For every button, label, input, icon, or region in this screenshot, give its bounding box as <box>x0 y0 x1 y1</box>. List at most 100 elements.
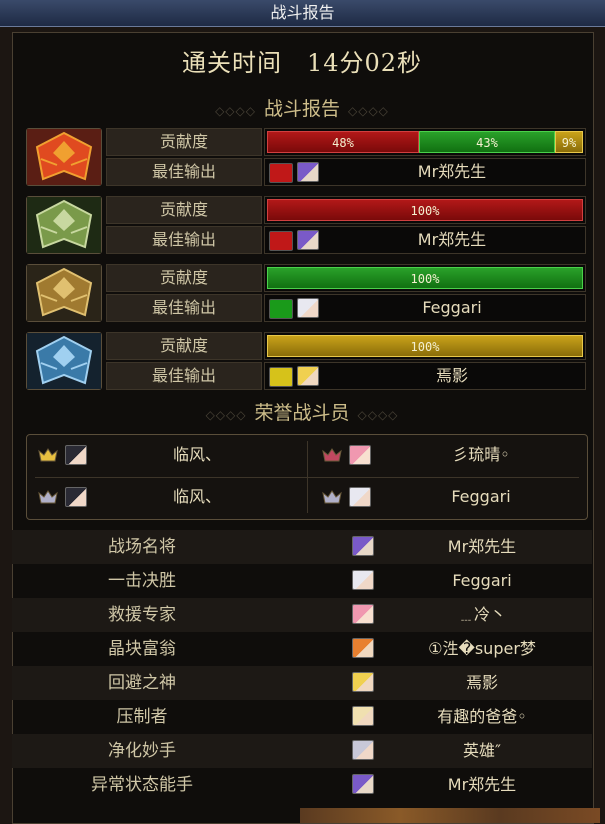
honor-heading-text: 荣誉战斗员 <box>254 402 350 424</box>
award-row: 回避之神 焉影 <box>12 666 592 700</box>
background-ui-strip <box>300 808 600 823</box>
contribution-label: 贡献度 <box>106 128 262 156</box>
boss-entry: 贡献度 100% 最佳输出 焉影 <box>26 332 586 392</box>
pink-hair-avatar <box>352 604 374 624</box>
honor-heading: ◇◇◇◇ 荣誉战斗员 ◇◇◇◇ <box>12 398 592 428</box>
ornament-left-icon: ◇◇◇◇ <box>205 408 247 422</box>
top-damage-row: 最佳输出 Mr郑先生 <box>106 158 586 186</box>
awards-list: 战场名将 Mr郑先生 一击决胜 Feggari 救援专家 ﹍冷丶 晶块富翁 ①泩�super梦… <box>12 530 592 820</box>
top-damage-player[interactable]: Mr郑先生 <box>325 159 579 185</box>
top-damage-row: 最佳输出 Feggari <box>106 294 586 322</box>
orange-hair-avatar <box>352 638 374 658</box>
honor-members-box: 临风、 彡琉晴◦ 临风、 Feggari <box>26 434 588 520</box>
silver-medal-icon <box>321 489 343 505</box>
honor-member-name[interactable]: Feggari <box>381 479 581 515</box>
blonde-avatar <box>297 366 319 386</box>
award-row: 异常状态能手 Mr郑先生 <box>12 768 592 802</box>
award-player[interactable]: ①泩�super梦 <box>392 632 572 666</box>
award-title: 救援专家 <box>108 605 176 625</box>
boss-entry: 贡献度 48% 43% 9% 最佳输出 Mr郑先生 <box>26 128 586 188</box>
honor-member-name[interactable]: 临风、 <box>97 437 297 473</box>
contribution-row: 贡献度 100% <box>106 196 586 224</box>
top-damage-cell: Mr郑先生 <box>264 226 586 254</box>
purple-hair-avatar <box>297 230 319 250</box>
purple-hair-avatar <box>352 536 374 556</box>
window-title: 战斗报告 <box>0 0 605 27</box>
white-hair-avatar <box>352 570 374 590</box>
contribution-label: 贡献度 <box>106 196 262 224</box>
award-row: 战场名将 Mr郑先生 <box>12 530 592 564</box>
honor-member-name[interactable]: 临风、 <box>97 479 297 515</box>
award-player[interactable]: Feggari <box>392 564 572 598</box>
contribution-segment: 100% <box>267 335 583 357</box>
top-damage-player[interactable]: Mr郑先生 <box>325 227 579 253</box>
boss-entry: 贡献度 100% 最佳输出 Feggari <box>26 264 586 324</box>
award-player[interactable]: Mr郑先生 <box>392 530 572 564</box>
top-damage-cell: Mr郑先生 <box>264 158 586 186</box>
purple-hair-avatar <box>352 774 374 794</box>
pink-hair-avatar <box>349 445 371 465</box>
top-damage-row: 最佳输出 焉影 <box>106 362 586 390</box>
blonde-avatar <box>352 672 374 692</box>
award-title: 异常状态能手 <box>91 775 193 795</box>
contribution-bar: 100% <box>264 196 586 224</box>
contribution-bar: 48% 43% 9% <box>264 128 586 156</box>
honor-member-name[interactable]: 彡琉晴◦ <box>381 437 581 473</box>
contribution-bar: 100% <box>264 264 586 292</box>
fire-helmet-icon <box>26 128 102 186</box>
award-row: 救援专家 ﹍冷丶 <box>12 598 592 632</box>
gold-helmet-icon <box>26 264 102 322</box>
award-player[interactable]: 焉影 <box>392 666 572 700</box>
award-player[interactable]: ﹍冷丶 <box>392 598 572 632</box>
contribution-segment: 48% <box>267 131 419 153</box>
award-row: 压制者 有趣的爸爸◦ <box>12 700 592 734</box>
top-damage-player[interactable]: Feggari <box>325 295 579 321</box>
award-player[interactable]: 有趣的爸爸◦ <box>392 700 572 734</box>
top-damage-label: 最佳输出 <box>106 226 262 254</box>
blue-helmet-icon <box>26 332 102 390</box>
white-hair-avatar <box>349 487 371 507</box>
class-icon <box>269 231 293 251</box>
divider <box>35 477 579 478</box>
light-hair-avatar <box>352 706 374 726</box>
honor-member: 彡琉晴◦ <box>311 437 581 473</box>
top-damage-label: 最佳输出 <box>106 158 262 186</box>
class-icon <box>269 163 293 183</box>
contribution-label: 贡献度 <box>106 264 262 292</box>
green-helmet-icon <box>26 196 102 254</box>
contribution-row: 贡献度 100% <box>106 264 586 292</box>
contribution-segment: 100% <box>267 199 583 221</box>
award-title: 战场名将 <box>108 537 176 557</box>
gold-medal-icon <box>37 447 59 463</box>
ornament-left-icon: ◇◇◇◇ <box>215 104 256 118</box>
dark-hair-avatar <box>65 445 87 465</box>
award-player[interactable]: Mr郑先生 <box>392 768 572 802</box>
award-title: 净化妙手 <box>108 741 176 761</box>
ornament-right-icon: ◇◇◇◇ <box>348 104 389 118</box>
red-medal-icon <box>321 447 343 463</box>
contribution-row: 贡献度 100% <box>106 332 586 360</box>
award-player[interactable]: 英雄″ <box>392 734 572 768</box>
award-title: 压制者 <box>116 707 168 727</box>
award-title: 回避之神 <box>108 673 176 693</box>
award-title: 一击决胜 <box>108 571 176 591</box>
contribution-segment: 43% <box>419 131 555 153</box>
purple-hair-avatar <box>297 162 319 182</box>
dark-hair-avatar <box>65 487 87 507</box>
white-hair-avatar <box>297 298 319 318</box>
class-icon <box>269 299 293 319</box>
top-damage-player[interactable]: 焉影 <box>325 363 579 389</box>
silver-medal-icon <box>37 489 59 505</box>
top-damage-cell: Feggari <box>264 294 586 322</box>
award-row: 一击决胜 Feggari <box>12 564 592 598</box>
contribution-row: 贡献度 48% 43% 9% <box>106 128 586 156</box>
award-row: 晶块富翁 ①泩�super梦 <box>12 632 592 666</box>
class-icon <box>269 367 293 387</box>
contribution-segment: 100% <box>267 267 583 289</box>
honor-member: 临风、 <box>27 479 297 515</box>
top-damage-label: 最佳输出 <box>106 362 262 390</box>
top-damage-row: 最佳输出 Mr郑先生 <box>106 226 586 254</box>
contribution-segment: 9% <box>555 131 583 153</box>
top-damage-cell: 焉影 <box>264 362 586 390</box>
report-heading: ◇◇◇◇ 战斗报告 ◇◇◇◇ <box>12 94 592 124</box>
